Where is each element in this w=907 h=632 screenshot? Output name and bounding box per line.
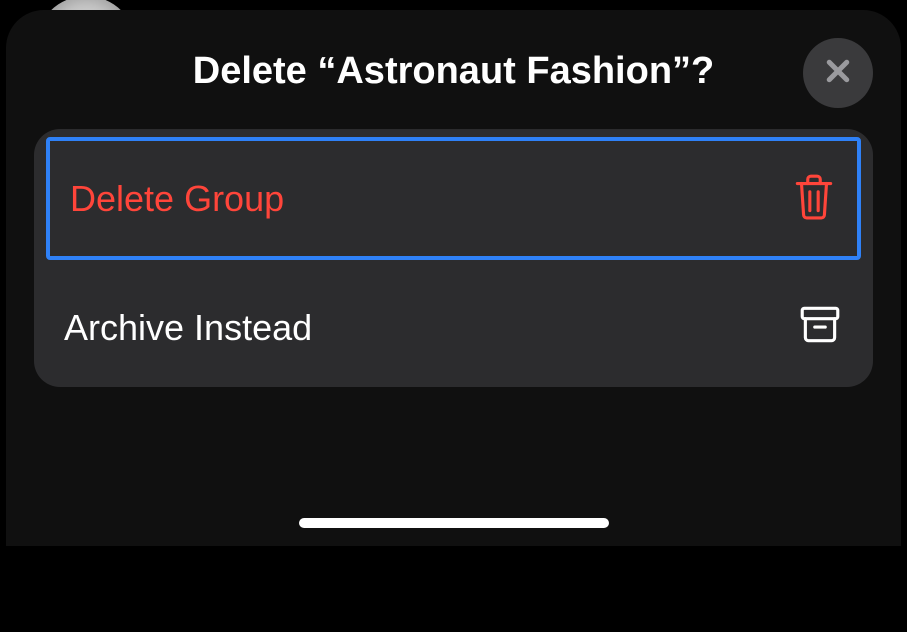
close-icon	[823, 56, 853, 91]
delete-group-option[interactable]: Delete Group	[46, 137, 861, 260]
sheet-title: Delete “Astronaut Fashion”?	[34, 38, 873, 93]
action-sheet: Delete “Astronaut Fashion”? Delete Group	[6, 10, 901, 546]
archive-instead-option[interactable]: Archive Instead	[34, 268, 873, 387]
trash-icon	[791, 171, 837, 226]
sheet-header: Delete “Astronaut Fashion”?	[34, 38, 873, 93]
close-button[interactable]	[803, 38, 873, 108]
option-label: Delete Group	[70, 178, 284, 220]
option-label: Archive Instead	[64, 307, 312, 349]
home-indicator[interactable]	[299, 518, 609, 528]
archive-icon	[797, 302, 843, 353]
option-list: Delete Group Archive Instead	[34, 129, 873, 387]
